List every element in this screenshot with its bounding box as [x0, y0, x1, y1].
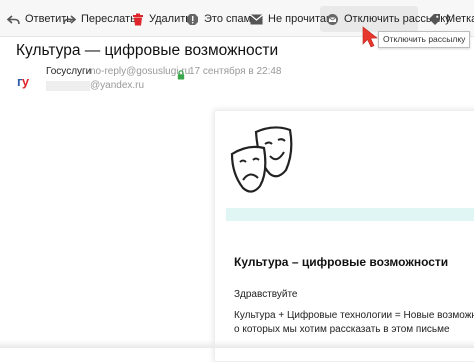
- spam-label: Это спам!: [204, 13, 255, 25]
- recipient-redacted: [46, 81, 90, 91]
- label-button[interactable]: Метка: [428, 11, 474, 27]
- forward-button[interactable]: Переслать: [63, 11, 136, 27]
- sender-name[interactable]: Госуслуги: [46, 66, 91, 77]
- unsubscribe-icon: [326, 13, 339, 26]
- cursor-arrow-icon: [360, 26, 380, 53]
- email-content-title: Культура – цифровые возможности: [234, 255, 449, 269]
- envelope-icon: [250, 13, 263, 26]
- sender-avatar: гу: [17, 75, 37, 89]
- lock-icon: [177, 67, 185, 85]
- spam-icon: [186, 13, 199, 26]
- forward-icon: [63, 13, 76, 26]
- accent-band: [226, 208, 474, 221]
- theater-masks-icon: [228, 122, 308, 209]
- label-label: Метка: [446, 13, 474, 25]
- sender-email[interactable]: no-reply@gosuslugi.ru: [90, 66, 190, 77]
- email-body-line: Культура + Цифровые технологии = Новые в…: [234, 310, 474, 321]
- delete-label: Удалить: [149, 13, 191, 25]
- bottom-scroll-shadow: [0, 340, 474, 348]
- mark-unread-button[interactable]: Не прочитано: [250, 11, 338, 27]
- email-body-line: о которых мы хотим рассказать в этом пис…: [234, 324, 450, 335]
- message-date: 17 сентября в 22:48: [189, 66, 282, 77]
- trash-icon: [131, 13, 144, 26]
- message-subject: Культура — цифровые возможности: [16, 42, 279, 59]
- forward-label: Переслать: [81, 13, 136, 25]
- spam-button[interactable]: Это спам!: [186, 11, 254, 27]
- unsubscribe-tooltip: Отключить рассылку: [378, 31, 471, 48]
- recipient-email[interactable]: @yandex.ru: [90, 80, 144, 91]
- email-greeting: Здравствуйте: [234, 289, 298, 300]
- reply-icon: [7, 13, 20, 26]
- tag-icon: [428, 13, 441, 26]
- delete-button[interactable]: Удалить: [131, 11, 191, 27]
- avatar-letter-u: у: [21, 74, 29, 89]
